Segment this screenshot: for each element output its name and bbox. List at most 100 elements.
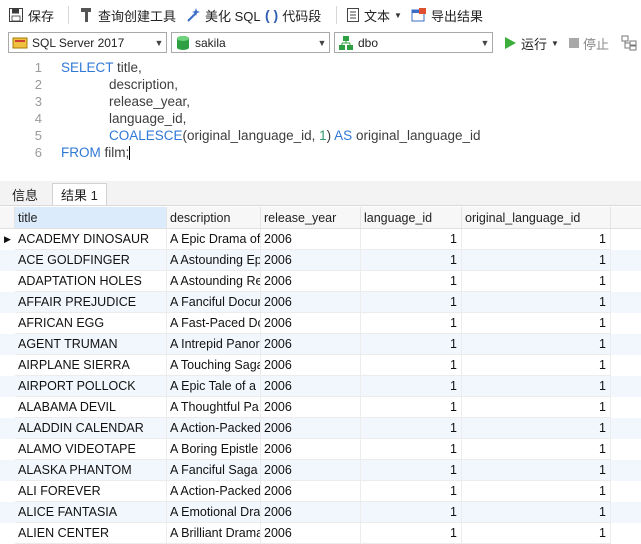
- cell-title[interactable]: AIRPLANE SIERRA: [15, 355, 167, 376]
- cell-title[interactable]: ACADEMY DINOSAUR: [15, 229, 167, 250]
- cell-language-id[interactable]: 1: [361, 271, 462, 292]
- cell-original-language-id[interactable]: 1: [462, 229, 611, 250]
- cell-title[interactable]: AFFAIR PREJUDICE: [15, 292, 167, 313]
- tab-result-1[interactable]: 结果 1: [52, 183, 107, 205]
- cell-description[interactable]: A Epic Tale of a: [167, 376, 261, 397]
- cell-release-year[interactable]: 2006: [261, 334, 361, 355]
- chevron-down-icon[interactable]: ▼: [394, 11, 402, 20]
- sql-editor[interactable]: 1 2 3 4 5 6 SELECT title, description, r…: [0, 58, 641, 176]
- cell-original-language-id[interactable]: 1: [462, 460, 611, 481]
- cell-release-year[interactable]: 2006: [261, 229, 361, 250]
- cell-language-id[interactable]: 1: [361, 523, 462, 544]
- code-snippet-button[interactable]: ( ) 代码段: [265, 5, 321, 25]
- cell-description[interactable]: A Action-Packed: [167, 481, 261, 502]
- cell-release-year[interactable]: 2006: [261, 313, 361, 334]
- column-header-release-year[interactable]: release_year: [261, 207, 361, 229]
- column-header-language-id[interactable]: language_id: [361, 207, 462, 229]
- cell-release-year[interactable]: 2006: [261, 397, 361, 418]
- cell-description[interactable]: A Intrepid Panor: [167, 334, 261, 355]
- row-header[interactable]: [0, 292, 15, 313]
- row-header[interactable]: [0, 502, 15, 523]
- cell-original-language-id[interactable]: 1: [462, 439, 611, 460]
- cell-original-language-id[interactable]: 1: [462, 355, 611, 376]
- cell-release-year[interactable]: 2006: [261, 502, 361, 523]
- table-row[interactable]: ALADDIN CALENDAR A Action-Packed 2006 1 1: [0, 418, 641, 439]
- cell-language-id[interactable]: 1: [361, 397, 462, 418]
- column-header-original-language-id[interactable]: original_language_id: [462, 207, 611, 229]
- row-header[interactable]: [0, 481, 15, 502]
- row-header[interactable]: [0, 460, 15, 481]
- cell-original-language-id[interactable]: 1: [462, 250, 611, 271]
- cell-original-language-id[interactable]: 1: [462, 334, 611, 355]
- cell-release-year[interactable]: 2006: [261, 481, 361, 502]
- row-header[interactable]: [0, 334, 15, 355]
- row-header[interactable]: [0, 355, 15, 376]
- table-row[interactable]: ▶ ACADEMY DINOSAUR A Epic Drama of 2006 1 1: [0, 229, 641, 250]
- cell-description[interactable]: A Fanciful Docur: [167, 292, 261, 313]
- table-row[interactable]: AFFAIR PREJUDICE A Fanciful Docur 2006 1 1: [0, 292, 641, 313]
- cell-release-year[interactable]: 2006: [261, 292, 361, 313]
- cell-original-language-id[interactable]: 1: [462, 502, 611, 523]
- table-row[interactable]: AIRPORT POLLOCK A Epic Tale of a 2006 1 1: [0, 376, 641, 397]
- cell-original-language-id[interactable]: 1: [462, 376, 611, 397]
- row-header[interactable]: [0, 313, 15, 334]
- column-header-title[interactable]: title: [15, 207, 167, 229]
- cell-title[interactable]: AGENT TRUMAN: [15, 334, 167, 355]
- cell-title[interactable]: ALI FOREVER: [15, 481, 167, 502]
- cell-original-language-id[interactable]: 1: [462, 271, 611, 292]
- explain-button[interactable]: [621, 33, 637, 53]
- cell-language-id[interactable]: 1: [361, 334, 462, 355]
- cell-original-language-id[interactable]: 1: [462, 523, 611, 544]
- run-button[interactable]: 运行 ▼: [503, 33, 559, 53]
- cell-language-id[interactable]: 1: [361, 481, 462, 502]
- tab-info[interactable]: 信息: [4, 183, 46, 205]
- cell-original-language-id[interactable]: 1: [462, 481, 611, 502]
- table-row[interactable]: ADAPTATION HOLES A Astounding Re 2006 1 1: [0, 271, 641, 292]
- table-row[interactable]: AGENT TRUMAN A Intrepid Panor 2006 1 1: [0, 334, 641, 355]
- cell-description[interactable]: A Astounding Re: [167, 271, 261, 292]
- cell-title[interactable]: ALABAMA DEVIL: [15, 397, 167, 418]
- cell-release-year[interactable]: 2006: [261, 250, 361, 271]
- table-row[interactable]: ALICE FANTASIA A Emotional Dra 2006 1 1: [0, 502, 641, 523]
- query-builder-button[interactable]: 查询创建工具: [78, 5, 176, 25]
- row-header[interactable]: [0, 439, 15, 460]
- save-button[interactable]: 保存: [8, 5, 54, 25]
- cell-release-year[interactable]: 2006: [261, 355, 361, 376]
- row-header[interactable]: [0, 376, 15, 397]
- current-row-indicator[interactable]: ▶: [0, 229, 15, 250]
- cell-language-id[interactable]: 1: [361, 229, 462, 250]
- column-header-description[interactable]: description: [167, 207, 261, 229]
- row-header[interactable]: [0, 418, 15, 439]
- cell-description[interactable]: A Brilliant Drama: [167, 523, 261, 544]
- cell-title[interactable]: AIRPORT POLLOCK: [15, 376, 167, 397]
- cell-description[interactable]: A Epic Drama of: [167, 229, 261, 250]
- cell-title[interactable]: ACE GOLDFINGER: [15, 250, 167, 271]
- cell-description[interactable]: A Fast-Paced Dc: [167, 313, 261, 334]
- beautify-sql-button[interactable]: 美化 SQL: [185, 5, 261, 25]
- cell-release-year[interactable]: 2006: [261, 523, 361, 544]
- cell-original-language-id[interactable]: 1: [462, 292, 611, 313]
- server-select[interactable]: SQL Server 2017 ▼: [8, 32, 167, 53]
- table-row[interactable]: ALAMO VIDEOTAPE A Boring Epistle 2006 1 1: [0, 439, 641, 460]
- table-row[interactable]: ALI FOREVER A Action-Packed 2006 1 1: [0, 481, 641, 502]
- cell-language-id[interactable]: 1: [361, 439, 462, 460]
- schema-select[interactable]: dbo ▼: [334, 32, 493, 53]
- table-row[interactable]: ALIEN CENTER A Brilliant Drama 2006 1 1: [0, 523, 641, 544]
- cell-language-id[interactable]: 1: [361, 376, 462, 397]
- table-row[interactable]: ALABAMA DEVIL A Thoughtful Pa 2006 1 1: [0, 397, 641, 418]
- cell-release-year[interactable]: 2006: [261, 271, 361, 292]
- cell-title[interactable]: ALASKA PHANTOM: [15, 460, 167, 481]
- table-row[interactable]: AIRPLANE SIERRA A Touching Saga 2006 1 1: [0, 355, 641, 376]
- row-header[interactable]: [0, 250, 15, 271]
- cell-release-year[interactable]: 2006: [261, 376, 361, 397]
- cell-language-id[interactable]: 1: [361, 292, 462, 313]
- cell-description[interactable]: A Emotional Dra: [167, 502, 261, 523]
- cell-release-year[interactable]: 2006: [261, 460, 361, 481]
- cell-language-id[interactable]: 1: [361, 502, 462, 523]
- stop-button[interactable]: 停止: [569, 33, 609, 53]
- cell-title[interactable]: ALIEN CENTER: [15, 523, 167, 544]
- cell-description[interactable]: A Fanciful Saga: [167, 460, 261, 481]
- cell-release-year[interactable]: 2006: [261, 418, 361, 439]
- cell-language-id[interactable]: 1: [361, 418, 462, 439]
- cell-language-id[interactable]: 1: [361, 313, 462, 334]
